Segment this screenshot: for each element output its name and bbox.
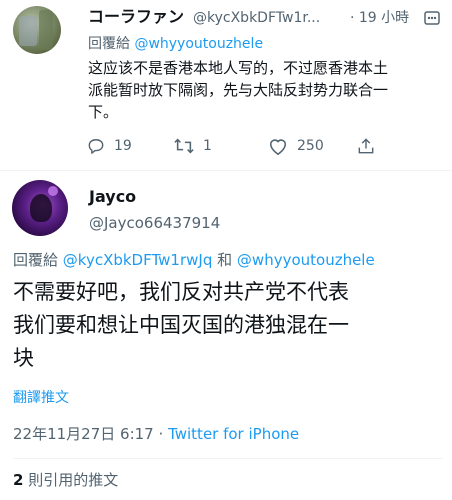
reply-icon — [86, 136, 106, 156]
tweet-text-line: 我们要和想让中国灭国的港独混在一 — [13, 313, 349, 337]
tweet-date[interactable]: 22年11月27日 6:17 — [13, 425, 154, 443]
quote-count: 2 — [13, 471, 24, 489]
tweet-text-line: 不需要好吧，我们反对共产党不代表 — [13, 280, 349, 304]
tweet-text-line: 派能暂时放下隔阂，先与大陆反封势力联合一 — [88, 81, 389, 99]
retweet-button[interactable]: 1 — [173, 136, 212, 156]
quote-label: 則引用的推文 — [28, 471, 119, 489]
tweet-text-line: 下。 — [88, 103, 119, 121]
more-icon[interactable] — [423, 10, 441, 26]
reply-to-link[interactable]: @whyyoutouzhele — [134, 36, 263, 52]
share-button[interactable] — [356, 136, 376, 156]
meta-separator: · — [158, 425, 164, 443]
retweet-count: 1 — [203, 138, 212, 154]
reply-count: 19 — [114, 138, 132, 154]
divider — [0, 170, 452, 171]
tweet-meta: 22年11月27日 6:17 · Twitter for iPhone — [13, 424, 299, 444]
quote-tweets-link[interactable]: 2 則引用的推文 — [13, 470, 118, 490]
tweet-text: 这应该不是香港本地人写的，不过愿香港本土 派能暂时放下隔阂，先与大陆反封势力联合… — [88, 57, 448, 123]
display-name[interactable]: Jayco — [89, 187, 136, 207]
reply-context: 回覆給 @whyyoutouzhele — [88, 34, 263, 54]
share-icon — [356, 136, 376, 156]
divider — [13, 458, 443, 459]
retweet-icon — [173, 136, 195, 156]
reply-context: 回覆給 @kycXbkDFTw1rwJq 和 @whyyoutouzhele — [13, 250, 375, 270]
handle[interactable]: @Jayco66437914 — [89, 213, 220, 233]
reply-to-link[interactable]: @whyyoutouzhele — [237, 251, 375, 269]
avatar[interactable] — [13, 6, 61, 54]
timestamp[interactable]: · 19 小時 — [350, 8, 409, 28]
display-name[interactable]: コーラファン — [88, 7, 184, 27]
reply-prefix: 回覆給 — [13, 251, 59, 269]
reply-prefix: 回覆給 — [88, 36, 130, 52]
client-link[interactable]: Twitter for iPhone — [168, 425, 299, 443]
reply-and: 和 — [217, 251, 233, 269]
translate-link[interactable]: 翻譯推文 — [13, 388, 69, 408]
tweet-text: 不需要好吧，我们反对共产党不代表 我们要和想让中国灭国的港独混在一 块 — [13, 276, 443, 375]
handle[interactable]: @kycXbkDFTw1r... — [193, 8, 320, 28]
tweet-text-line: 块 — [13, 346, 34, 370]
like-button[interactable]: 250 — [267, 136, 324, 156]
reply-to-link[interactable]: @kycXbkDFTw1rwJq — [63, 251, 213, 269]
tweet-text-line: 这应该不是香港本地人写的，不过愿香港本土 — [88, 59, 389, 77]
like-icon — [267, 136, 289, 156]
like-count: 250 — [297, 138, 324, 154]
reply-button[interactable]: 19 — [86, 136, 132, 156]
avatar[interactable] — [12, 180, 68, 236]
